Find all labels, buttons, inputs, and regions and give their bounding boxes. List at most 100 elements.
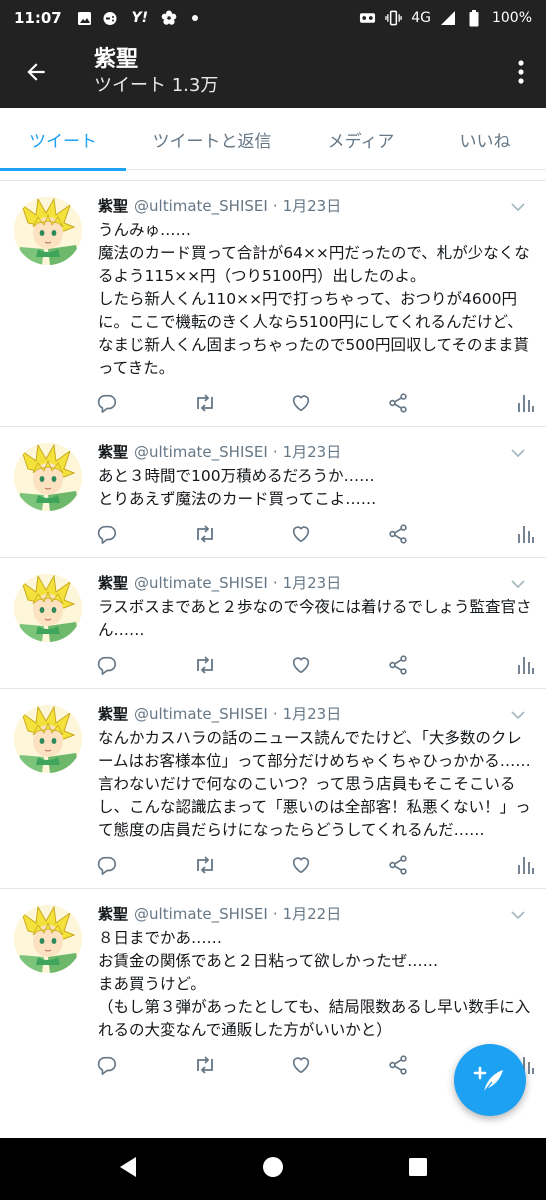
signal-icon [440,10,457,27]
tweet-author-name[interactable]: 紫聖 [98,572,128,594]
tweet-actions [96,380,534,426]
dot-icon [187,10,204,27]
chevron-down-icon [511,203,525,212]
analytics-icon [518,857,534,874]
like-button[interactable] [290,511,387,557]
tweet-separator: · [272,574,278,592]
retweet-icon [197,656,214,674]
analytics-button[interactable] [484,380,534,426]
share-button[interactable] [387,642,484,688]
avatar[interactable] [14,443,82,511]
nav-back-button[interactable] [118,1156,138,1182]
analytics-button[interactable] [484,511,534,557]
battery-level: 100% [491,10,532,26]
tweet-author-handle[interactable]: @ultimate_SHISEI [134,703,268,725]
tweet-text: あと３時間で100万積めるだろうか…… とりあえず魔法のカード買ってこよ…… [98,467,377,508]
reply-icon [97,856,117,875]
share-button[interactable] [387,842,484,888]
share-icon [389,1055,408,1075]
nav-recents-button[interactable] [408,1157,428,1181]
tweet-author-name[interactable]: 紫聖 [98,195,128,217]
retweet-button[interactable] [193,511,290,557]
tweet-menu-button[interactable] [508,905,528,925]
tweet-author-handle[interactable]: @ultimate_SHISEI [134,572,268,594]
tab-tweets[interactable]: ツイート [0,108,126,171]
retweet-icon [197,856,214,874]
chevron-down-icon [511,580,525,589]
tweet-menu-button[interactable] [508,443,528,463]
image-icon [76,10,93,27]
share-button[interactable] [387,380,484,426]
tweet-date[interactable]: 1月23日 [283,441,342,463]
heart-icon [293,657,310,674]
avatar[interactable] [14,574,82,642]
battery-icon [466,9,483,27]
reply-button[interactable] [96,380,193,426]
avatar[interactable] [14,197,82,265]
tab-likes[interactable]: いいね [424,108,546,170]
tweet-menu-button[interactable] [508,574,528,594]
more-options-button[interactable] [496,36,546,108]
tweet[interactable]: 紫聖 @ultimate_SHISEI · 1月23日 なんかカスハラの話のニュ… [0,688,546,888]
retweet-button[interactable] [193,842,290,888]
avatar[interactable] [14,905,82,973]
tweet-separator: · [272,443,278,461]
tweet[interactable]: 紫聖 @ultimate_SHISEI · 1月23日 あと３時間で100万積め… [0,426,546,557]
status-bar: 11:07 Y! 4G 100% [0,0,546,36]
retweet-button[interactable] [193,642,290,688]
tweet-separator: · [272,197,278,215]
tweet-separator: · [272,905,278,923]
retweet-button[interactable] [193,1042,290,1088]
back-arrow-icon [27,63,45,81]
tweet-date[interactable]: 1月22日 [283,903,342,925]
tweet[interactable]: 紫聖 @ultimate_SHISEI · 1月23日 うんみゅ…… 魔法のカー… [0,180,546,426]
share-button[interactable] [387,511,484,557]
tab-tweets-and-replies[interactable]: ツイートと返信 [126,108,298,170]
profile-header: 紫聖 ツイート 1.3万 [0,36,546,108]
nav-home-button[interactable] [262,1156,284,1182]
tweet-date[interactable]: 1月23日 [283,195,342,217]
reply-icon [97,1056,117,1075]
heart-icon [293,526,310,543]
tweet-actions [96,842,534,888]
tweet-menu-button[interactable] [508,197,528,217]
tweet-author-name[interactable]: 紫聖 [98,703,128,725]
tweet-author-handle[interactable]: @ultimate_SHISEI [134,903,268,925]
heart-icon [293,857,310,874]
profile-tabs: ツイート ツイートと返信 メディア いいね [0,108,546,171]
tweet-count: ツイート 1.3万 [94,75,219,96]
reply-button[interactable] [96,511,193,557]
status-time: 11:07 [14,9,62,27]
reply-icon [97,656,117,675]
like-button[interactable] [290,842,387,888]
reply-button[interactable] [96,642,193,688]
back-button[interactable] [0,36,72,108]
compose-tweet-button[interactable] [454,1044,526,1116]
reply-icon [97,525,117,544]
game-controller-icon [102,10,119,27]
tweet[interactable]: 紫聖 @ultimate_SHISEI · 1月23日 ラスボスまであと２歩なの… [0,557,546,688]
avatar[interactable] [14,705,82,773]
like-button[interactable] [290,642,387,688]
reply-button[interactable] [96,842,193,888]
retweet-button[interactable] [193,380,290,426]
vr-headset-icon [359,10,376,27]
tweet-author-handle[interactable]: @ultimate_SHISEI [134,195,268,217]
tweet-actions [96,511,534,557]
tab-media[interactable]: メディア [298,108,424,170]
tweet-menu-button[interactable] [508,705,528,725]
tweet-author-name[interactable]: 紫聖 [98,441,128,463]
heart-icon [293,1057,310,1074]
reply-icon [97,394,117,413]
share-icon [389,655,408,675]
like-button[interactable] [290,1042,387,1088]
tweet-author-name[interactable]: 紫聖 [98,903,128,925]
tweet-author-handle[interactable]: @ultimate_SHISEI [134,441,268,463]
tweet-date[interactable]: 1月23日 [283,572,342,594]
tweet-text: うんみゅ…… 魔法のカード買って合計が64××円だったので、札が少なくなるよう1… [98,221,530,377]
analytics-button[interactable] [484,642,534,688]
reply-button[interactable] [96,1042,193,1088]
analytics-button[interactable] [484,842,534,888]
tweet-date[interactable]: 1月23日 [283,703,342,725]
like-button[interactable] [290,380,387,426]
